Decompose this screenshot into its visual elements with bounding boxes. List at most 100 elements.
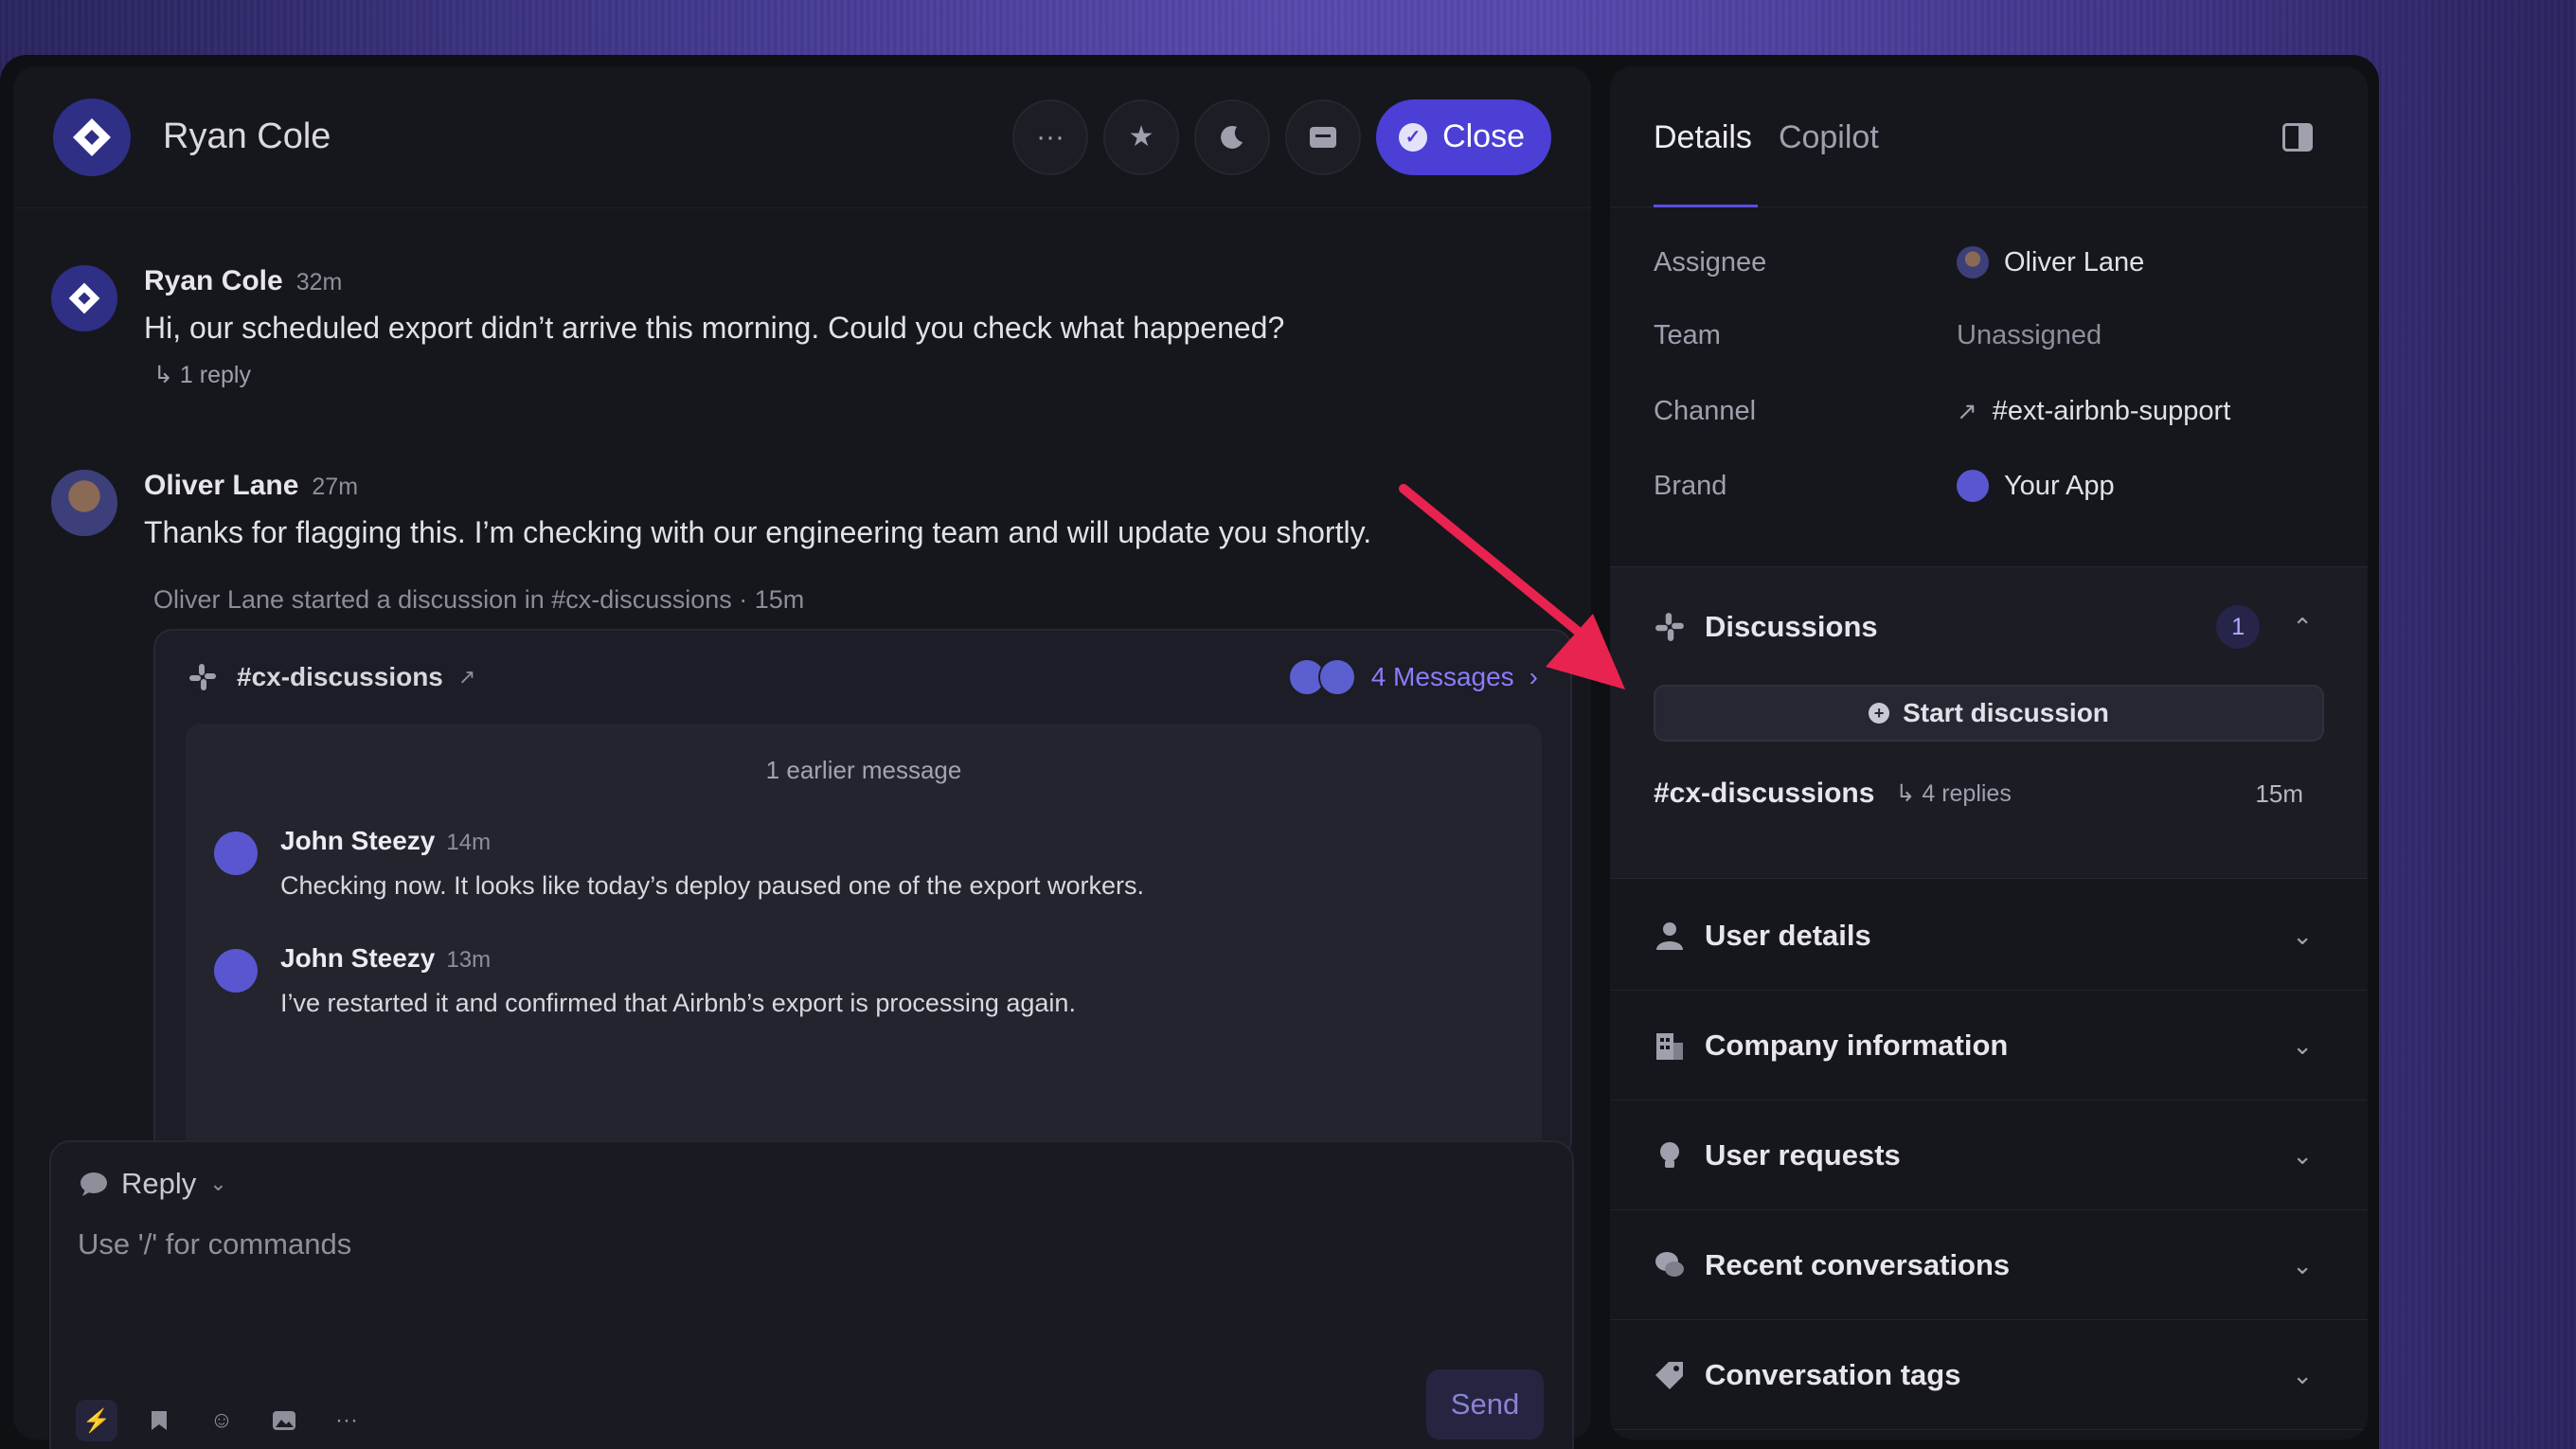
discussion-list-item[interactable]: #cx-discussions ↳ 4 replies 15m	[1654, 778, 2313, 810]
chevron-up-icon: ⌃	[2292, 612, 2313, 641]
discussions-header[interactable]: Discussions 1 ⌃	[1654, 605, 2313, 649]
inbox-button[interactable]	[1285, 98, 1362, 175]
detail-row-channel: Channel ↗ #ext-airbnb-support	[1654, 396, 2230, 427]
slack-icon	[189, 664, 216, 690]
reply-mode-label: Reply	[121, 1167, 197, 1200]
discussion-card[interactable]: #cx-discussions ↗ 4 Messages › 1 earlier…	[153, 629, 1572, 1159]
snooze-button[interactable]	[1194, 98, 1271, 175]
message-time: 32m	[295, 269, 343, 295]
brand-value[interactable]: Your App	[1957, 470, 2115, 502]
message-time: 14m	[446, 830, 492, 855]
slack-icon	[1655, 613, 1684, 641]
message-meta: Oliver Lane 27m	[144, 470, 1371, 502]
reply-composer: Reply ⌄ ⚡ ☺ ··· Send	[49, 1140, 1574, 1449]
chevron-down-icon: ⌄	[2292, 1360, 2313, 1389]
channel-value[interactable]: ↗ #ext-airbnb-support	[1957, 396, 2230, 427]
external-link-icon[interactable]: ↗	[458, 665, 475, 689]
start-discussion-button[interactable]: + Start discussion	[1654, 685, 2324, 742]
section-header: Recent conversations ⌄	[1654, 1248, 2313, 1282]
star-button[interactable]: ★	[1103, 98, 1180, 175]
active-tab-indicator	[1654, 205, 1758, 207]
avatar	[214, 949, 258, 993]
image-icon[interactable]	[263, 1400, 305, 1441]
tab-details[interactable]: Details	[1654, 119, 1752, 156]
close-conversation-button[interactable]: ✓ Close	[1376, 98, 1551, 175]
section-header: Company information ⌄	[1654, 1029, 2313, 1063]
annotation-arrow-icon	[1399, 484, 1625, 689]
bookmark-icon[interactable]	[138, 1400, 180, 1441]
detail-value: Your App	[2004, 470, 2115, 501]
thread-reply-link[interactable]: ↳ 1 reply	[153, 361, 1284, 389]
detail-row-brand: Brand Your App	[1654, 470, 2115, 502]
emoji-icon[interactable]: ☺	[201, 1400, 242, 1441]
app-window: Ryan Cole ··· ★ ✓ Close Ryan Cole 32m Hi…	[0, 55, 2379, 1449]
discussion-name: #cx-discussions	[1654, 778, 1875, 809]
contact-name: Ryan Cole	[163, 116, 331, 156]
chevron-down-icon: ⌄	[2292, 1140, 2313, 1170]
conversations-icon	[1655, 1252, 1684, 1277]
reply-count: 4 replies	[1922, 780, 2012, 807]
system-note: Oliver Lane started a discussion in #cx-…	[153, 585, 805, 614]
section-header: Conversation tags ⌄	[1654, 1358, 2313, 1392]
header-actions: ··· ★ ✓ Close	[1012, 98, 1551, 175]
participant-avatars	[1287, 658, 1356, 696]
avatar	[51, 265, 117, 331]
reply-mode-selector[interactable]: Reply ⌄	[80, 1167, 227, 1201]
message-text: I’ve restarted it and confirmed that Air…	[280, 989, 1076, 1017]
section-title: User details	[1705, 919, 1871, 952]
message-body: Ryan Cole 32m Hi, our scheduled export d…	[144, 265, 1284, 389]
discussion-channel: #cx-discussions	[237, 662, 443, 691]
panel-toggle-icon[interactable]	[2282, 123, 2313, 152]
section-title: Company information	[1705, 1029, 2009, 1062]
building-icon	[1656, 1033, 1683, 1060]
assignee-value[interactable]: Oliver Lane	[1957, 246, 2144, 278]
detail-key: Assignee	[1654, 246, 1767, 277]
lightning-icon[interactable]: ⚡	[76, 1400, 117, 1441]
section-title: User requests	[1705, 1138, 1901, 1172]
user-details-section[interactable]: User details ⌄	[1610, 881, 2368, 991]
discussions-section: Discussions 1 ⌃ + Start discussion #cx-d…	[1610, 566, 2368, 879]
chevron-down-icon: ⌄	[2292, 921, 2313, 950]
message-item: Ryan Cole 32m Hi, our scheduled export d…	[51, 265, 1284, 389]
send-button[interactable]: Send	[1426, 1369, 1544, 1440]
detail-row-assignee: Assignee Oliver Lane	[1654, 246, 2144, 278]
conversation-header: Ryan Cole ··· ★ ✓ Close	[13, 66, 1591, 208]
message-text: Thanks for flagging this. I’m checking w…	[144, 515, 1372, 549]
user-icon	[1656, 922, 1683, 950]
section-title: Conversation tags	[1705, 1358, 1961, 1391]
detail-value: #ext-airbnb-support	[1992, 396, 2231, 426]
chevron-down-icon: ⌄	[2292, 1030, 2313, 1060]
plus-icon: +	[1869, 703, 1890, 724]
more-icon[interactable]: ···	[326, 1400, 367, 1441]
lightbulb-icon	[1660, 1142, 1679, 1168]
user-requests-section[interactable]: User requests ⌄	[1610, 1100, 2368, 1210]
more-icon: ···	[1036, 120, 1065, 152]
message-body: John Steezy 13m I’ve restarted it and con…	[280, 943, 1076, 1018]
external-link-icon: ↗	[1957, 397, 1977, 425]
recent-conversations-section[interactable]: Recent conversations ⌄	[1610, 1210, 2368, 1320]
brand-icon	[1957, 470, 1989, 502]
tab-copilot[interactable]: Copilot	[1779, 119, 1879, 156]
diamond-logo-icon	[73, 117, 111, 156]
detail-key: Team	[1654, 320, 1721, 350]
section-header: User requests ⌄	[1654, 1138, 2313, 1172]
detail-key: Brand	[1654, 470, 1727, 501]
conversation-panel: Ryan Cole ··· ★ ✓ Close Ryan Cole 32m Hi…	[13, 66, 1591, 1449]
contact-avatar	[53, 98, 131, 176]
conversation-tags-section[interactable]: Conversation tags ⌄	[1610, 1320, 2368, 1430]
more-options-button[interactable]: ···	[1012, 98, 1089, 175]
earlier-messages[interactable]: 1 earlier message	[186, 724, 1542, 785]
message-input[interactable]	[78, 1227, 1404, 1261]
reply-arrow-icon: ↳	[153, 362, 180, 388]
message-body: Oliver Lane 27m Thanks for flagging this…	[144, 470, 1371, 550]
chat-bubble-icon	[80, 1172, 107, 1196]
moon-icon	[1221, 125, 1243, 149]
inbox-icon	[1310, 126, 1337, 148]
diamond-logo-icon	[68, 282, 100, 314]
avatar	[1317, 658, 1356, 696]
discussion-time: 15m	[2255, 778, 2303, 808]
discussion-card-header: #cx-discussions ↗ 4 Messages ›	[155, 631, 1570, 724]
detail-value[interactable]: Unassigned	[1957, 320, 2102, 351]
count-badge: 1	[2216, 605, 2261, 649]
company-information-section[interactable]: Company information ⌄	[1610, 991, 2368, 1100]
